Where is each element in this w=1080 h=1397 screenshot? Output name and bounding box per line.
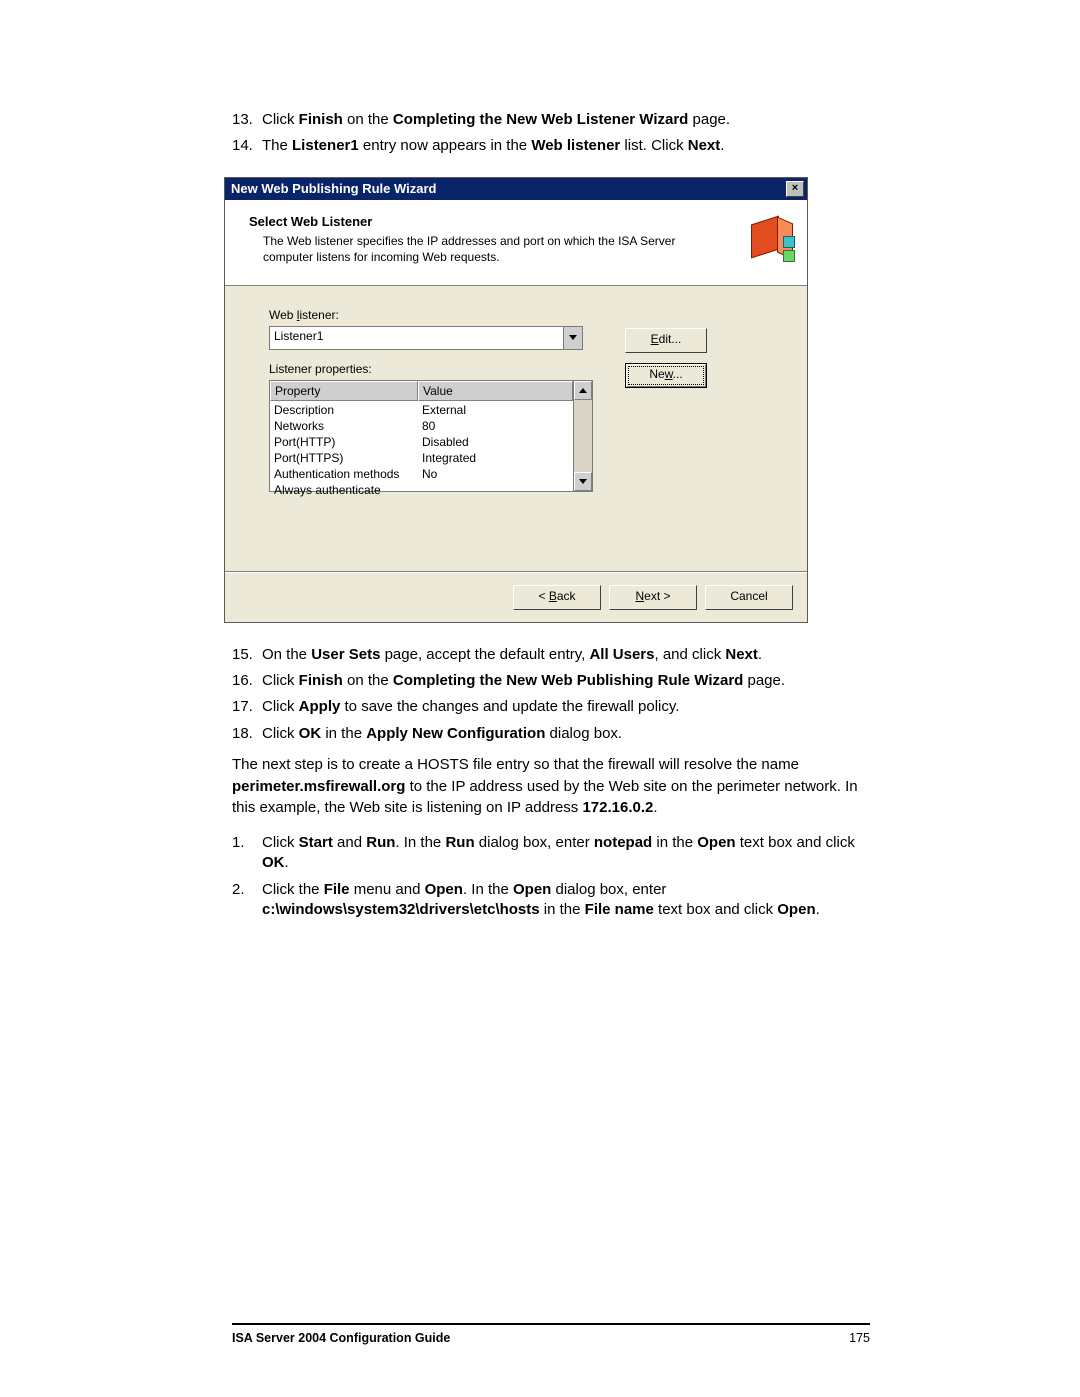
steps-mid: 15.On the User Sets page, accept the def…: [232, 645, 870, 744]
step-text: Click OK in the Apply New Configuration …: [262, 724, 870, 744]
steps-top: 13.Click Finish on the Completing the Ne…: [232, 110, 870, 157]
paragraph-hosts: The next step is to create a HOSTS file …: [232, 754, 870, 819]
list-item: 1.Click Start and Run. In the Run dialog…: [232, 833, 870, 874]
chevron-down-icon[interactable]: [563, 327, 582, 349]
step-number: 2.: [232, 880, 262, 921]
page-footer: ISA Server 2004 Configuration Guide 175: [232, 1323, 870, 1345]
step-text: The Listener1 entry now appears in the W…: [262, 136, 870, 156]
cancel-button[interactable]: Cancel: [705, 585, 793, 610]
list-item: 16.Click Finish on the Completing the Ne…: [232, 671, 870, 691]
column-header-property[interactable]: Property: [270, 381, 418, 401]
web-listener-label: Web listener:: [269, 308, 767, 322]
next-button[interactable]: Next >: [609, 585, 697, 610]
list-item: 17.Click Apply to save the changes and u…: [232, 697, 870, 717]
step-number: 1.: [232, 833, 262, 874]
step-number: 13.: [232, 110, 262, 130]
column-header-value[interactable]: Value: [418, 381, 573, 401]
step-number: 18.: [232, 724, 262, 744]
titlebar: New Web Publishing Rule Wizard ×: [225, 178, 807, 200]
page-number: 175: [849, 1331, 870, 1345]
footer-title: ISA Server 2004 Configuration Guide: [232, 1331, 450, 1345]
step-text: On the User Sets page, accept the defaul…: [262, 645, 870, 665]
header-desc: The Web listener specifies the IP addres…: [249, 233, 719, 265]
steps-bottom: 1.Click Start and Run. In the Run dialog…: [232, 833, 870, 920]
back-button[interactable]: < Back: [513, 585, 601, 610]
new-button[interactable]: New...: [625, 363, 707, 388]
close-icon[interactable]: ×: [786, 181, 804, 197]
web-listener-combo[interactable]: Listener1: [269, 326, 583, 350]
scrollbar[interactable]: [573, 381, 592, 491]
list-item: 13.Click Finish on the Completing the Ne…: [232, 110, 870, 130]
property-column: DescriptionNetworksPort(HTTP)Port(HTTPS)…: [270, 401, 418, 499]
edit-button[interactable]: Edit...: [625, 328, 707, 353]
list-item: 15.On the User Sets page, accept the def…: [232, 645, 870, 665]
step-number: 15.: [232, 645, 262, 665]
step-text: Click Apply to save the changes and upda…: [262, 697, 870, 717]
header-title: Select Web Listener: [249, 214, 719, 229]
list-item: 18.Click OK in the Apply New Configurati…: [232, 724, 870, 744]
step-number: 16.: [232, 671, 262, 691]
step-number: 14.: [232, 136, 262, 156]
step-text: Click the File menu and Open. In the Ope…: [262, 880, 870, 921]
dialog-title: New Web Publishing Rule Wizard: [231, 181, 437, 196]
dialog-footer: < Back Next > Cancel: [225, 572, 807, 622]
dialog-header: Select Web Listener The Web listener spe…: [225, 200, 807, 286]
wizard-icon: [747, 214, 793, 260]
scroll-down-icon[interactable]: [574, 472, 592, 491]
step-text: Click Finish on the Completing the New W…: [262, 110, 870, 130]
step-text: Click Finish on the Completing the New W…: [262, 671, 870, 691]
value-column: External80DisabledIntegratedNo: [418, 401, 573, 483]
list-item: 14.The Listener1 entry now appears in th…: [232, 136, 870, 156]
list-item: 2.Click the File menu and Open. In the O…: [232, 880, 870, 921]
wizard-dialog: New Web Publishing Rule Wizard × Select …: [224, 177, 808, 623]
step-text: Click Start and Run. In the Run dialog b…: [262, 833, 870, 874]
combo-value: Listener1: [270, 327, 563, 349]
properties-listview[interactable]: Property DescriptionNetworksPort(HTTP)Po…: [269, 380, 593, 492]
step-number: 17.: [232, 697, 262, 717]
scroll-up-icon[interactable]: [574, 381, 592, 400]
